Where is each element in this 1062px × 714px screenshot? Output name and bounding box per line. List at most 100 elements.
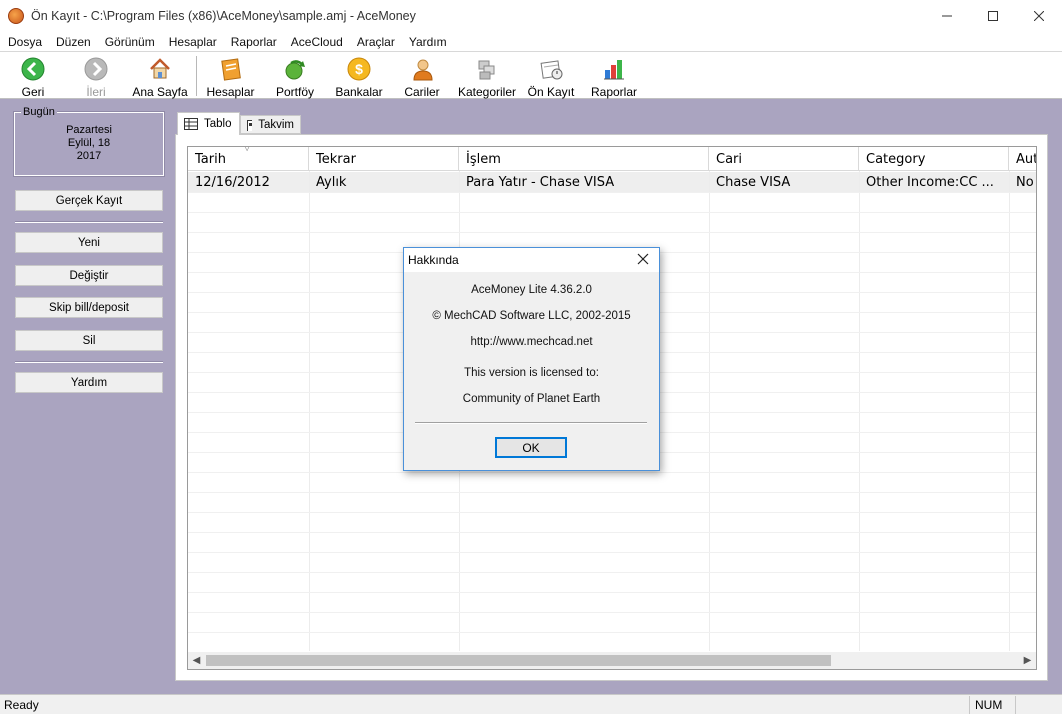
person-icon (409, 56, 435, 82)
menu-tools[interactable]: Araçlar (350, 35, 402, 49)
today-date: Eylül, 18 (67, 137, 111, 149)
banks-button[interactable]: $ Bankalar (332, 52, 386, 99)
enter-now-button[interactable]: Gerçek Kayıt (15, 190, 163, 211)
cell-date: 12/16/2012 (195, 174, 270, 190)
categories-boxes-icon (474, 56, 500, 82)
minimize-icon (942, 15, 952, 17)
cell-payee: Chase VISA (716, 174, 791, 190)
accounts-label: Hesaplar (206, 85, 255, 99)
website-link[interactable]: http://www.mechcad.net (404, 336, 659, 348)
column-header-date[interactable]: ▽ Tarih (188, 147, 309, 171)
window-controls (924, 0, 1062, 32)
forward-button[interactable]: İleri (75, 52, 117, 99)
tab-calendar-label: Takvim (258, 118, 294, 131)
column-header-transaction[interactable]: İşlem (459, 147, 709, 171)
menu-accounts[interactable]: Hesaplar (162, 35, 224, 49)
today-group: Bugün Pazartesi Eylül, 18 2017 (13, 106, 165, 177)
license-label: This version is licensed to: (464, 367, 599, 379)
menu-reports[interactable]: Raporlar (224, 35, 284, 49)
status-text: Ready (4, 698, 39, 712)
scheduled-button[interactable]: Ön Kayıt (526, 52, 576, 99)
scrollbar-thumb[interactable] (206, 655, 831, 666)
grid-line (188, 612, 1036, 613)
column-header-repeat[interactable]: Tekrar (309, 147, 459, 171)
window-title: Ön Kayıt - C:\Program Files (x86)\AceMon… (31, 9, 416, 23)
toolbar: Geri İleri Ana Sayfa Hesaplar Portföy $ … (0, 51, 1062, 99)
delete-button[interactable]: Sil (15, 330, 163, 351)
column-header-auto[interactable]: Aut (1009, 147, 1036, 171)
num-lock-indicator: NUM (969, 696, 1015, 714)
new-button[interactable]: Yeni (15, 232, 163, 253)
grid-line (188, 192, 1036, 193)
grid-line (709, 171, 710, 651)
grid-line (188, 632, 1036, 633)
coin-icon: $ (346, 56, 372, 82)
payees-button[interactable]: Cariler (400, 52, 444, 99)
maximize-icon (988, 11, 998, 21)
left-panel: Bugün Pazartesi Eylül, 18 2017 Gerçek Ka… (8, 99, 170, 689)
home-icon (147, 56, 173, 82)
ok-button[interactable]: OK (495, 437, 567, 458)
categories-button[interactable]: Kategoriler (455, 52, 519, 99)
portfolio-label: Portföy (275, 85, 314, 99)
scroll-right-icon[interactable]: ▶ (1019, 652, 1036, 669)
grid-line (859, 171, 860, 651)
skip-button[interactable]: Skip bill/deposit (15, 297, 163, 318)
grid-line (1009, 171, 1010, 651)
portfolio-button[interactable]: Portföy (270, 52, 320, 99)
copyright-text: © MechCAD Software LLC, 2002-2015 (432, 310, 631, 322)
tab-table-label: Tablo (204, 118, 232, 130)
cell-repeat: Aylık (316, 174, 347, 190)
minimize-button[interactable] (924, 0, 970, 32)
close-window-button[interactable] (1016, 0, 1062, 32)
cell-category: Other Income:CC ... (866, 174, 994, 190)
menu-acecloud[interactable]: AceCloud (284, 35, 350, 49)
scheduled-calendar-icon (538, 56, 564, 82)
today-weekday: Pazartesi (66, 124, 112, 136)
svg-text:$: $ (355, 61, 363, 77)
dialog-titlebar: Hakkında (404, 248, 659, 272)
forward-arrow-icon (83, 56, 109, 82)
scroll-left-icon[interactable]: ◀ (188, 652, 205, 669)
reports-button[interactable]: Raporlar (590, 52, 638, 99)
grid-line (188, 492, 1036, 493)
grid-line (188, 572, 1036, 573)
maximize-button[interactable] (970, 0, 1016, 32)
accounts-button[interactable]: Hesaplar (203, 52, 258, 99)
grid-line (188, 512, 1036, 513)
home-label: Ana Sayfa (132, 85, 188, 99)
grid-line (188, 532, 1036, 533)
dialog-close-button[interactable] (635, 251, 651, 267)
cell-transaction: Para Yatır - Chase VISA (466, 174, 615, 190)
menu-edit[interactable]: Düzen (49, 35, 98, 49)
edit-button[interactable]: Değiştir (15, 265, 163, 286)
product-version: AceMoney Lite 4.36.2.0 (471, 284, 592, 296)
categories-label: Kategoriler (457, 85, 517, 99)
home-button[interactable]: Ana Sayfa (130, 52, 190, 99)
today-legend: Bugün (21, 106, 57, 118)
column-header-category[interactable]: Category (859, 147, 1009, 171)
grid-header: ▽ Tarih Tekrar İşlem Cari Category Aut (188, 147, 1036, 171)
title-bar: Ön Kayıt - C:\Program Files (x86)\AceMon… (0, 0, 1062, 32)
tab-table[interactable]: Tablo (177, 112, 240, 135)
menu-view[interactable]: Görünüm (98, 35, 162, 49)
help-button[interactable]: Yardım (15, 372, 163, 393)
column-header-payee[interactable]: Cari (709, 147, 859, 171)
back-button[interactable]: Geri (12, 52, 54, 99)
table-row[interactable]: 12/16/2012 Aylık Para Yatır - Chase VISA… (188, 172, 1036, 192)
toolbar-separator (196, 56, 197, 96)
sort-arrow-icon: ▽ (244, 146, 251, 152)
status-pane-empty (1015, 696, 1062, 714)
side-separator (15, 221, 163, 223)
accounts-book-icon (218, 56, 244, 82)
menu-help[interactable]: Yardım (402, 35, 454, 49)
tab-calendar[interactable]: Takvim (240, 115, 301, 134)
side-separator (15, 361, 163, 363)
grid-line (188, 592, 1036, 593)
horizontal-scrollbar[interactable]: ◀ ▶ (188, 652, 1036, 669)
menu-file[interactable]: Dosya (0, 35, 49, 49)
reports-label: Raporlar (590, 85, 638, 99)
banks-label: Bankalar (335, 85, 383, 99)
grid-line (309, 171, 310, 651)
today-year: 2017 (76, 150, 102, 162)
